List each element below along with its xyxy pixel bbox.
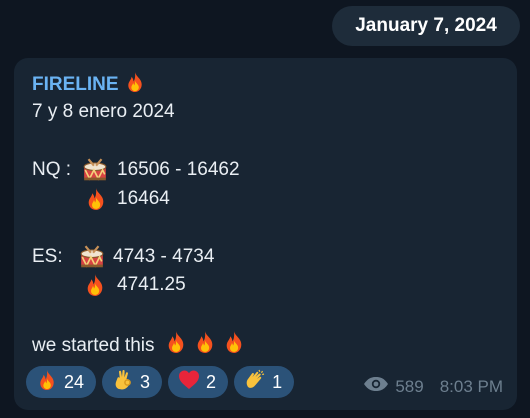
closing-line: we started this xyxy=(32,330,246,358)
fire-icon xyxy=(193,330,217,354)
date-separator-label: January 7, 2024 xyxy=(355,15,497,36)
heart-icon xyxy=(178,369,200,396)
es-range: 4743 - 4734 xyxy=(113,246,215,267)
fire-icon xyxy=(36,369,58,396)
reaction-fire[interactable]: 24 xyxy=(26,366,97,398)
message-bubble: FIRELINE 7 y 8 enero 2024 NQ : 16506 - 1… xyxy=(14,58,517,410)
reaction-clapping-hands[interactable]: 1 xyxy=(234,366,295,398)
sender-name[interactable]: FIRELINE xyxy=(32,71,146,97)
fire-icon xyxy=(222,330,246,354)
reaction-count: 1 xyxy=(272,371,283,392)
reactions-bar: 24 3 2 1 xyxy=(26,366,295,398)
reaction-count: 24 xyxy=(64,371,85,392)
drum-icon xyxy=(82,157,108,183)
sender-name-label: FIRELINE xyxy=(32,74,119,95)
eye-icon xyxy=(363,376,389,397)
reaction-ok-hand[interactable]: 3 xyxy=(102,366,163,398)
reaction-count: 3 xyxy=(140,371,151,392)
drum-icon xyxy=(79,244,105,270)
message-meta: 589 8:03 PM xyxy=(363,376,503,397)
nq-label: NQ : xyxy=(32,159,72,180)
fire-icon xyxy=(164,330,188,354)
message-time: 8:03 PM xyxy=(439,376,503,396)
reaction-count: 2 xyxy=(206,371,217,392)
view-count: 589 xyxy=(395,376,424,396)
fire-icon xyxy=(124,71,146,93)
date-separator: January 7, 2024 xyxy=(332,6,520,46)
es-label: ES: xyxy=(32,246,63,267)
nq-range: 16506 - 16462 xyxy=(117,159,240,180)
ok-hand-icon xyxy=(112,369,134,396)
reaction-heart[interactable]: 2 xyxy=(168,366,229,398)
nq-target: 16464 xyxy=(117,188,170,209)
fire-icon xyxy=(84,187,108,211)
es-target: 4741.25 xyxy=(117,274,186,295)
clapping-hands-icon xyxy=(244,369,266,396)
message-date-line: 7 y 8 enero 2024 xyxy=(32,101,175,122)
fire-icon xyxy=(83,273,107,297)
closing-text: we started this xyxy=(32,335,155,356)
